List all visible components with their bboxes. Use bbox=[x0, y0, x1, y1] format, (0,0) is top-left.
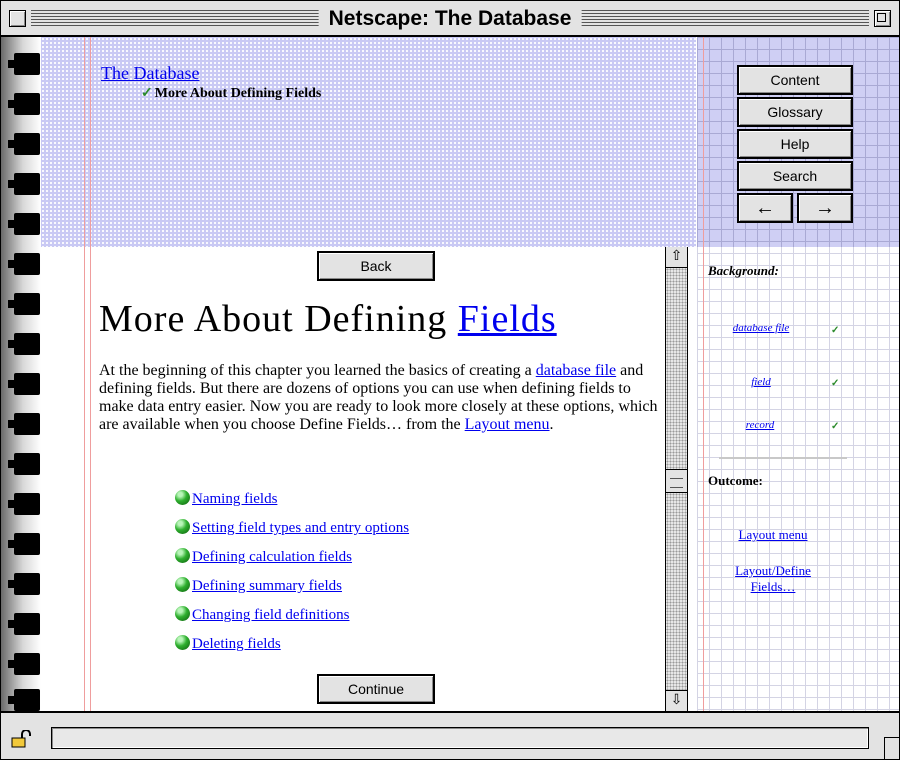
breadcrumb: The Database ✓ More About Defining Fields bbox=[101, 63, 321, 101]
green-bullet-icon bbox=[175, 548, 190, 563]
binding-ring bbox=[8, 493, 40, 515]
page-content: The Database ✓ More About Defining Fields… bbox=[1, 37, 899, 711]
glossary-term-database-file[interactable]: database file bbox=[731, 321, 791, 336]
list-item: Changing field definitions bbox=[175, 606, 409, 636]
checkmark-icon: ✓ bbox=[831, 378, 840, 389]
vertical-scrollbar[interactable]: ⇧ ⇩ bbox=[665, 247, 688, 711]
previous-page-button[interactable]: ← bbox=[737, 193, 793, 223]
breadcrumb-current-label: More About Defining Fields bbox=[154, 86, 322, 101]
binding-ring bbox=[8, 173, 40, 195]
layout-menu-link[interactable]: Layout menu bbox=[465, 416, 550, 433]
spiral-binding bbox=[1, 37, 41, 711]
outcome-link-define-fields[interactable]: Layout/Define Fields… bbox=[723, 563, 823, 595]
list-item: Setting field types and entry options bbox=[175, 519, 409, 549]
breadcrumb-parent-link[interactable]: The Database bbox=[101, 63, 199, 83]
intro-paragraph: At the beginning of this chapter you lea… bbox=[99, 362, 659, 434]
sidebar-divider bbox=[719, 457, 847, 459]
green-bullet-icon bbox=[175, 490, 190, 505]
list-item: Deleting fields bbox=[175, 635, 409, 665]
binding-ring bbox=[8, 573, 40, 595]
title-bar[interactable]: Netscape: The Database bbox=[1, 1, 899, 37]
binding-ring bbox=[8, 653, 40, 675]
green-bullet-icon bbox=[175, 606, 190, 621]
green-bullet-icon bbox=[175, 519, 190, 534]
background-heading: Background: bbox=[708, 263, 779, 278]
checkmark-icon: ✓ bbox=[141, 86, 153, 101]
intro-text: At the beginning of this chapter you lea… bbox=[99, 362, 536, 379]
help-button[interactable]: Help bbox=[737, 129, 853, 159]
page-title: More About Defining Fields bbox=[99, 297, 557, 341]
glossary-term-field[interactable]: field bbox=[741, 375, 781, 390]
binding-ring bbox=[8, 333, 40, 355]
topic-link[interactable]: Naming fields bbox=[192, 491, 277, 508]
glossary-term-record[interactable]: record bbox=[735, 418, 785, 433]
continue-button[interactable]: Continue bbox=[317, 674, 435, 704]
binding-ring bbox=[8, 613, 40, 635]
back-button[interactable]: Back bbox=[317, 251, 435, 281]
scroll-thumb[interactable] bbox=[666, 469, 687, 493]
margin-line bbox=[84, 37, 85, 711]
binding-ring bbox=[8, 253, 40, 275]
database-file-link[interactable]: database file bbox=[536, 362, 616, 379]
intro-text: . bbox=[549, 416, 554, 433]
content-button[interactable]: Content bbox=[737, 65, 853, 95]
browser-window: Netscape: The Database The Database ✓ Mo… bbox=[0, 0, 900, 760]
binding-ring bbox=[8, 293, 40, 315]
outcome-link-layout-menu[interactable]: Layout menu bbox=[723, 527, 823, 543]
list-item: Defining calculation fields bbox=[175, 548, 409, 578]
scroll-down-arrow-icon[interactable]: ⇩ bbox=[666, 690, 687, 711]
outcome-heading: Outcome: bbox=[708, 473, 763, 488]
zoom-box-icon[interactable] bbox=[874, 10, 891, 27]
security-lock-icon[interactable] bbox=[11, 730, 33, 748]
topic-link[interactable]: Deleting fields bbox=[192, 636, 281, 653]
resize-grip-icon[interactable] bbox=[884, 737, 899, 759]
list-item: Defining summary fields bbox=[175, 577, 409, 607]
status-bar bbox=[1, 711, 899, 759]
green-bullet-icon bbox=[175, 635, 190, 650]
binding-ring bbox=[8, 413, 40, 435]
window-title: Netscape: The Database bbox=[318, 5, 582, 32]
next-page-button[interactable]: → bbox=[797, 193, 853, 223]
margin-line bbox=[703, 37, 704, 711]
fields-glossary-link[interactable]: Fields bbox=[458, 298, 557, 340]
binding-ring bbox=[8, 373, 40, 395]
topic-link[interactable]: Changing field definitions bbox=[192, 607, 349, 624]
main-text-frame: Back More About Defining Fields At the b… bbox=[91, 247, 665, 711]
binding-ring bbox=[8, 93, 40, 115]
topic-link[interactable]: Setting field types and entry options bbox=[192, 520, 409, 537]
binding-ring bbox=[8, 53, 40, 75]
binding-ring bbox=[8, 689, 40, 711]
glossary-button[interactable]: Glossary bbox=[737, 97, 853, 127]
right-sidebar: Content Glossary Help Search ← → Backgro… bbox=[697, 37, 899, 711]
page-title-text: More About Defining bbox=[99, 298, 458, 340]
binding-ring bbox=[8, 133, 40, 155]
checkmark-icon: ✓ bbox=[831, 325, 840, 336]
checkmark-icon: ✓ bbox=[831, 421, 840, 432]
binding-ring bbox=[8, 213, 40, 235]
scroll-up-arrow-icon[interactable]: ⇧ bbox=[666, 247, 687, 268]
binding-ring bbox=[8, 533, 40, 555]
list-item: Naming fields bbox=[175, 490, 409, 520]
topic-list: Naming fields Setting field types and en… bbox=[175, 490, 409, 665]
topic-link[interactable]: Defining calculation fields bbox=[192, 549, 352, 566]
topic-link[interactable]: Defining summary fields bbox=[192, 578, 342, 595]
search-button[interactable]: Search bbox=[737, 161, 853, 191]
close-box-icon[interactable] bbox=[9, 10, 26, 27]
green-bullet-icon bbox=[175, 577, 190, 592]
status-message bbox=[51, 727, 869, 749]
breadcrumb-current: ✓ More About Defining Fields bbox=[141, 85, 321, 102]
binding-ring bbox=[8, 453, 40, 475]
